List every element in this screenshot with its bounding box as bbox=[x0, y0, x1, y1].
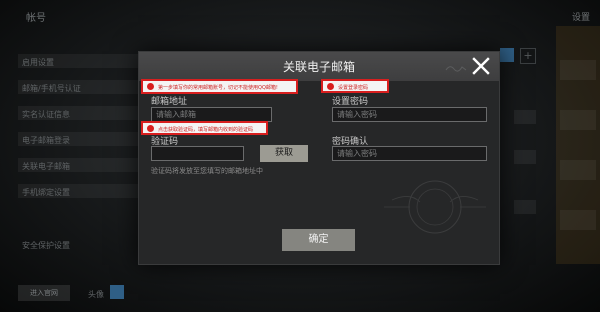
get-code-button[interactable]: 获取 bbox=[260, 145, 308, 162]
password-label: 设置密码 bbox=[332, 97, 369, 107]
annotation-step-email: 第一步填写你的常用邮箱账号，切记不能使用QQ邮箱! bbox=[141, 79, 298, 94]
background-row-label: 手机绑定设置 bbox=[22, 188, 70, 197]
annotation-step-code: 点击获取验证码，填写邮箱内收到的验证码 bbox=[141, 121, 268, 135]
background-row-label: 实名认证信息 bbox=[22, 110, 70, 119]
background-bottom-label: 头像 bbox=[88, 290, 104, 299]
annotation-dot-icon bbox=[327, 82, 334, 90]
background-row-label: 邮箱/手机号认证 bbox=[22, 84, 81, 93]
background-row-label: 电子邮箱登录 bbox=[22, 136, 70, 145]
background-footer-row-label: 安全保护设置 bbox=[22, 241, 70, 250]
background-settings-tab[interactable]: 设置 bbox=[572, 10, 590, 23]
background-row-label: 关联电子邮箱 bbox=[22, 162, 70, 171]
annotation-dot-icon bbox=[147, 83, 154, 90]
background-small-button bbox=[514, 110, 536, 124]
game-settings-screen: 帐号 设置 启用设置 邮箱/手机号认证 实名认证信息 电子邮箱登录 关联电子邮箱… bbox=[0, 0, 600, 312]
background-avatar-thumb bbox=[110, 285, 124, 299]
password-input[interactable] bbox=[332, 107, 487, 122]
annotation-dot-icon bbox=[147, 124, 154, 132]
plus-icon: + bbox=[520, 48, 536, 64]
email-label: 邮箱地址 bbox=[151, 97, 188, 107]
background-small-button bbox=[514, 200, 536, 214]
confirm-button[interactable]: 确定 bbox=[282, 229, 355, 251]
dialog-header: 关联电子邮箱 bbox=[139, 52, 499, 81]
background-row-label: 启用设置 bbox=[22, 58, 54, 67]
close-icon[interactable] bbox=[471, 56, 491, 76]
annotation-text: 设置登录密码 bbox=[338, 85, 369, 91]
confirm-password-input[interactable] bbox=[332, 146, 487, 161]
verification-code-input[interactable] bbox=[151, 146, 244, 161]
code-hint-text: 验证码将发放至您填写的邮箱地址中 bbox=[151, 167, 263, 175]
header-decoration-icon bbox=[445, 66, 467, 72]
background-right-cell bbox=[560, 210, 596, 230]
background-right-cell bbox=[560, 110, 596, 130]
background-page-title: 帐号 bbox=[26, 13, 46, 24]
annotation-text: 点击获取验证码，填写邮箱内收到的验证码 bbox=[158, 127, 254, 133]
background-right-cell bbox=[560, 60, 596, 80]
annotation-step-password: 设置登录密码 bbox=[321, 79, 389, 93]
email-input[interactable] bbox=[151, 107, 272, 122]
background-bottom-button: 进入官网 bbox=[18, 285, 70, 301]
background-right-cell bbox=[560, 160, 596, 180]
emblem-watermark-icon bbox=[384, 180, 486, 234]
background-small-button bbox=[514, 150, 536, 164]
annotation-text: 第一步填写你的常用邮箱账号，切记不能使用QQ邮箱! bbox=[158, 85, 278, 91]
background-toggle bbox=[500, 48, 514, 62]
